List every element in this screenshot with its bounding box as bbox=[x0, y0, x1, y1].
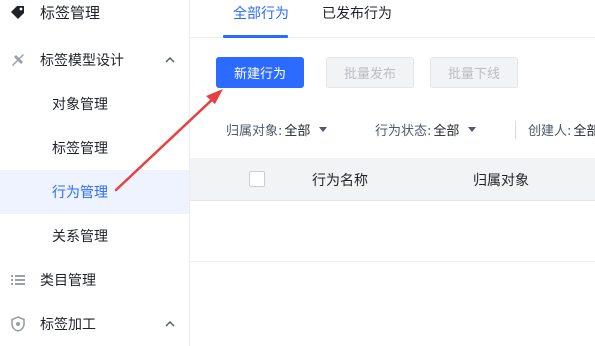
sidebar-item-category-management[interactable]: 类目管理 bbox=[0, 258, 189, 302]
sidebar-subitem-tag-management[interactable]: 标签管理 bbox=[0, 126, 189, 170]
sidebar-subitem-relation-management[interactable]: 关系管理 bbox=[0, 214, 189, 258]
select-all-checkbox[interactable] bbox=[249, 171, 265, 187]
sidebar-subitem-label: 行为管理 bbox=[52, 185, 108, 201]
sidebar-subitem-label: 对象管理 bbox=[52, 97, 108, 113]
filter-label: 归属对象: bbox=[226, 124, 283, 139]
tab-bar: 全部行为 已发布行为 bbox=[190, 0, 595, 38]
sidebar-item-label: 标签管理 bbox=[40, 3, 101, 22]
batch-publish-button[interactable]: 批量发布 bbox=[326, 57, 414, 88]
sidebar-subitem-label: 标签管理 bbox=[52, 141, 108, 157]
sidebar-subitem-behavior-management[interactable]: 行为管理 bbox=[0, 170, 189, 214]
table-body bbox=[190, 201, 595, 262]
chevron-up-icon[interactable] bbox=[164, 318, 176, 330]
new-behavior-button[interactable]: 新建行为 bbox=[216, 57, 304, 88]
sidebar-item-label: 标签模型设计 bbox=[40, 53, 124, 69]
list-icon bbox=[9, 271, 27, 289]
sidebar-item-label: 类目管理 bbox=[40, 273, 96, 289]
caret-down-icon bbox=[468, 127, 477, 132]
creator-filter[interactable]: 创建人: 全部 bbox=[528, 120, 595, 139]
main-content: 全部行为 已发布行为 新建行为 批量发布 批量下线 归属对象: 全部 行为状态:… bbox=[190, 0, 595, 346]
table-header: 行为名称 归属对象 bbox=[190, 158, 595, 201]
sidebar-item-tag-management[interactable]: 标签管理 bbox=[0, 0, 189, 34]
tag-icon bbox=[9, 3, 27, 21]
filter-label: 创建人: bbox=[528, 124, 572, 139]
caret-down-icon bbox=[319, 127, 328, 132]
shield-icon bbox=[9, 315, 27, 333]
sidebar-subitem-label: 关系管理 bbox=[52, 229, 108, 245]
filter-value: 全部 bbox=[284, 124, 311, 139]
behavior-status-filter[interactable]: 行为状态: 全部 bbox=[375, 120, 477, 139]
column-header-behavior-name: 行为名称 bbox=[312, 173, 368, 189]
model-icon bbox=[9, 51, 27, 69]
filter-bar: 归属对象: 全部 行为状态: 全部 创建人: 全部 bbox=[190, 116, 595, 144]
sidebar-item-label: 标签加工 bbox=[40, 317, 96, 333]
column-header-owner-object: 归属对象 bbox=[473, 173, 529, 189]
chevron-up-icon[interactable] bbox=[164, 54, 176, 66]
filter-label: 行为状态: bbox=[375, 124, 432, 139]
filter-divider bbox=[515, 121, 516, 139]
tab-published-behaviors[interactable]: 已发布行为 bbox=[322, 3, 392, 27]
sidebar-item-tag-processing[interactable]: 标签加工 bbox=[0, 302, 189, 346]
tab-active-indicator bbox=[223, 35, 288, 38]
tab-all-behaviors[interactable]: 全部行为 bbox=[233, 3, 289, 27]
sidebar: 标签管理 标签模型设计 对象管理 标签管理 行为管理 关系管理 类目管理 标签加… bbox=[0, 0, 190, 346]
owner-object-filter[interactable]: 归属对象: 全部 bbox=[226, 120, 328, 139]
filter-value: 全部 bbox=[573, 124, 595, 139]
sidebar-item-tag-model-design[interactable]: 标签模型设计 bbox=[0, 38, 189, 82]
filter-value: 全部 bbox=[433, 124, 460, 139]
batch-offline-button[interactable]: 批量下线 bbox=[430, 57, 518, 88]
sidebar-subitem-object-management[interactable]: 对象管理 bbox=[0, 82, 189, 126]
